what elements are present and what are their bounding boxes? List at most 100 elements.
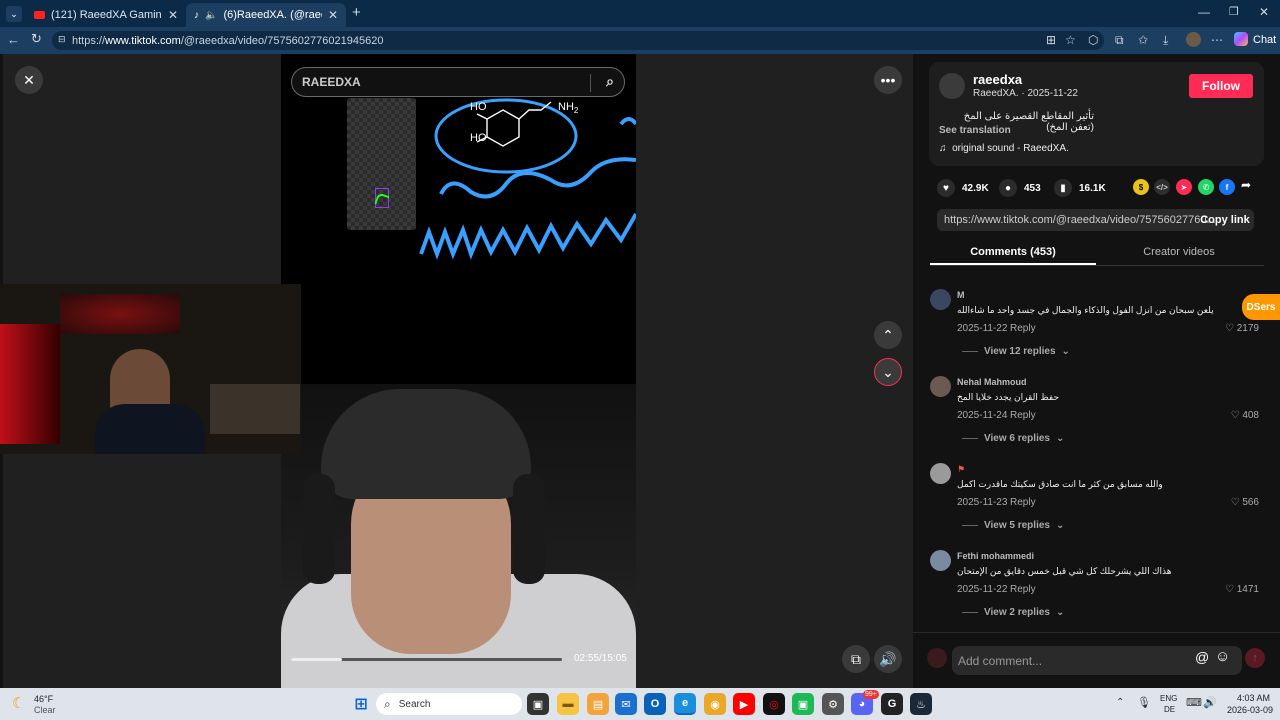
- commenter-name[interactable]: Nehal Mahmoud: [957, 377, 1027, 387]
- see-translation-link[interactable]: See translation: [939, 125, 1011, 136]
- new-tab-icon[interactable]: +: [352, 4, 361, 21]
- follow-button[interactable]: Follow: [1189, 74, 1253, 98]
- reply-button[interactable]: Reply: [1010, 410, 1036, 421]
- restore-icon[interactable]: ❐: [1229, 5, 1239, 18]
- close-icon[interactable]: ✕: [328, 8, 338, 22]
- app-available-icon[interactable]: ⊞: [1046, 33, 1056, 47]
- speaker-icon[interactable]: 🔊: [1203, 696, 1217, 709]
- settings-gear-icon[interactable]: ⚙: [822, 693, 844, 715]
- commenter-avatar[interactable]: [930, 376, 951, 397]
- sound-name[interactable]: original sound - RaeedXA.: [952, 143, 1069, 154]
- view-replies-button[interactable]: View 2 replies ⌄: [962, 607, 1064, 618]
- tab-tiktok[interactable]: ♪ 🔈 (6)RaeedXA. (@raeedxa) | TikTok ✕: [186, 3, 346, 27]
- commenter-name[interactable]: M: [957, 290, 965, 300]
- commenter-avatar[interactable]: [930, 550, 951, 571]
- volume-button[interactable]: 🔊: [874, 645, 902, 673]
- reply-button[interactable]: Reply: [1010, 323, 1036, 334]
- mention-icon[interactable]: @: [1195, 649, 1209, 665]
- heart-outline-icon[interactable]: ♡: [1231, 497, 1240, 508]
- split-screen-icon[interactable]: ⧉: [1115, 33, 1124, 48]
- windows-start-icon[interactable]: ⊞: [350, 693, 372, 715]
- heart-icon[interactable]: ♥: [937, 179, 955, 197]
- my-avatar[interactable]: [927, 648, 947, 668]
- facebook-icon[interactable]: f: [1219, 179, 1235, 195]
- outlook-icon[interactable]: O: [644, 693, 666, 715]
- video-frame[interactable]: HO HO NH2: [281, 54, 636, 688]
- mail-icon[interactable]: ✉: [615, 693, 637, 715]
- comment-like[interactable]: ♡ 1471: [1225, 584, 1259, 595]
- heart-outline-icon[interactable]: ♡: [1231, 410, 1240, 421]
- commenter-name[interactable]: Fethi mohammedi: [957, 551, 1034, 561]
- task-view-icon[interactable]: ▣: [527, 693, 549, 715]
- comment-bubble-icon[interactable]: ●: [999, 179, 1017, 197]
- next-video-button[interactable]: ⌄: [874, 358, 902, 386]
- like-stat[interactable]: ♥ 42.9K: [937, 179, 989, 197]
- floating-player-button[interactable]: ⧉: [842, 645, 870, 673]
- view-replies-button[interactable]: View 6 replies ⌄: [962, 433, 1064, 444]
- language-indicator[interactable]: ENG: [1160, 694, 1177, 703]
- search-input[interactable]: RAEEDXA: [302, 75, 361, 89]
- send-to-friend-icon[interactable]: ➤: [1176, 179, 1192, 195]
- taskbar-search[interactable]: ⌕ Search: [376, 693, 522, 715]
- tab-comments[interactable]: Comments (453): [930, 240, 1096, 264]
- embed-code-icon[interactable]: </>: [1154, 179, 1170, 195]
- chat-button[interactable]: Chat: [1253, 34, 1276, 46]
- youtube-app-icon[interactable]: ▶: [733, 693, 755, 715]
- back-arrow-icon[interactable]: ←: [7, 32, 20, 47]
- comment-stat[interactable]: ● 453: [999, 179, 1041, 197]
- view-replies-button[interactable]: View 5 replies ⌄: [962, 520, 1064, 531]
- sound-row[interactable]: ♫ original sound - RaeedXA.: [939, 143, 1069, 154]
- more-menu-icon[interactable]: ⋯: [1211, 33, 1223, 47]
- author-username[interactable]: raeedxa: [973, 72, 1022, 87]
- close-video-button[interactable]: ✕: [15, 66, 43, 94]
- network-icon[interactable]: ⌨: [1186, 696, 1202, 709]
- view-replies-button[interactable]: View 12 replies ⌄: [962, 346, 1070, 357]
- download-icon[interactable]: ⤓: [1163, 33, 1168, 48]
- refresh-icon[interactable]: ↻: [31, 31, 42, 47]
- file-explorer-icon[interactable]: ▬: [557, 693, 579, 715]
- whatsapp-icon[interactable]: ✆: [1198, 179, 1214, 195]
- clock-time[interactable]: 4:03 AM: [1237, 693, 1270, 703]
- profile-avatar[interactable]: [1186, 32, 1201, 47]
- comment-like[interactable]: ♡ 2179: [1225, 323, 1259, 334]
- search-bar[interactable]: RAEEDXA ⌕: [291, 67, 625, 97]
- tab-creator-videos[interactable]: Creator videos: [1096, 240, 1262, 264]
- microphone-icon[interactable]: 🎙: [1137, 696, 1151, 709]
- reply-button[interactable]: Reply: [1010, 497, 1036, 508]
- g-app-icon[interactable]: G: [881, 693, 903, 715]
- emoji-icon[interactable]: ☺: [1215, 648, 1230, 665]
- dsers-extension-badge[interactable]: DSers: [1242, 294, 1280, 320]
- previous-video-button[interactable]: ⌃: [874, 321, 902, 349]
- bookmark-icon[interactable]: ▮: [1054, 179, 1072, 197]
- commenter-avatar[interactable]: [930, 463, 951, 484]
- comment-like[interactable]: ♡ 408: [1231, 410, 1259, 421]
- heart-outline-icon[interactable]: ♡: [1225, 584, 1234, 595]
- extensions-icon[interactable]: ⬡: [1088, 33, 1098, 47]
- copilot-icon[interactable]: [1234, 32, 1248, 46]
- steam-icon[interactable]: ♨: [910, 693, 932, 715]
- coin-icon[interactable]: $: [1133, 179, 1149, 195]
- copy-link-button[interactable]: Copy link: [1196, 209, 1254, 231]
- reply-button[interactable]: Reply: [1010, 584, 1036, 595]
- tray-overflow-chevron-icon[interactable]: ⌃: [1116, 697, 1124, 708]
- post-comment-button[interactable]: ↑: [1245, 648, 1265, 668]
- share-arrow-icon[interactable]: ➦: [1241, 178, 1251, 192]
- window-close-icon[interactable]: ✕: [1259, 5, 1269, 19]
- more-options-button[interactable]: •••: [874, 66, 902, 94]
- address-bar[interactable]: ⊟ https://www.tiktok.com/@raeedxa/video/…: [52, 31, 1104, 50]
- favorites-icon[interactable]: ✩: [1138, 33, 1148, 47]
- favorite-star-icon[interactable]: ☆: [1065, 33, 1076, 47]
- site-info-icon[interactable]: ⊟: [58, 34, 66, 45]
- tab-actions-chevron-icon[interactable]: ⌄: [6, 6, 22, 22]
- edge-icon[interactable]: e: [674, 693, 696, 715]
- record-app-icon[interactable]: ◎: [763, 693, 785, 715]
- minimize-icon[interactable]: —: [1198, 5, 1210, 19]
- commenter-name-emoji[interactable]: ⚑: [957, 464, 965, 475]
- save-stat[interactable]: ▮ 16.1K: [1054, 179, 1106, 197]
- chrome-icon[interactable]: ◉: [704, 693, 726, 715]
- tab-youtube[interactable]: (121) RaeedXA Gaming - YouTube ✕: [26, 3, 186, 27]
- video-progress-fill[interactable]: [291, 658, 342, 661]
- commenter-avatar[interactable]: [930, 289, 951, 310]
- comment-like[interactable]: ♡ 566: [1231, 497, 1259, 508]
- weather-moon-icon[interactable]: ☾: [12, 694, 25, 712]
